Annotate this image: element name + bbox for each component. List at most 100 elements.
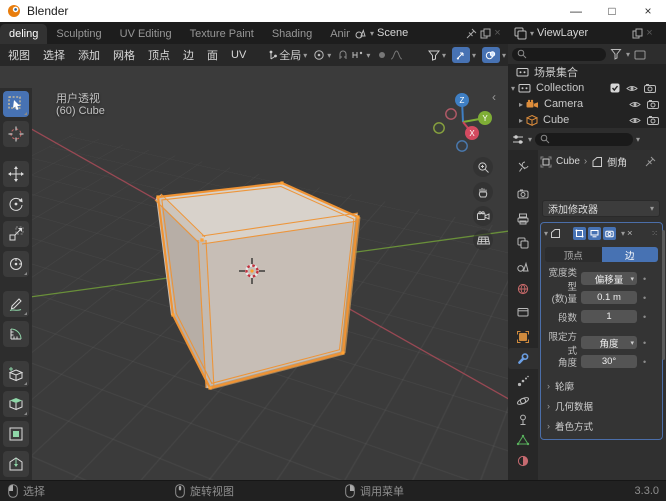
menu-uv[interactable]: UV [231, 49, 246, 61]
affect-vertices-tab[interactable]: 顶点 [545, 247, 602, 262]
breadcrumb-object[interactable]: Cube [556, 156, 580, 167]
tab-particles[interactable] [508, 370, 538, 391]
outliner-row-collection[interactable]: ▾ Collection [508, 80, 666, 96]
scene-name[interactable]: Scene [377, 27, 408, 39]
modifier-expand-icon[interactable]: ▾ [544, 229, 548, 238]
new-collection-icon[interactable] [634, 49, 646, 60]
mode-face-select[interactable]: 面 [207, 47, 218, 63]
menu-add[interactable]: 添加 [78, 47, 100, 63]
animate-dot[interactable]: • [643, 338, 646, 348]
render-display-toggle[interactable] [603, 226, 617, 240]
segments-field[interactable]: 1 [581, 310, 637, 323]
tool-move[interactable] [3, 161, 29, 187]
camera-expand-icon[interactable]: ▸ [516, 100, 526, 109]
viewlayer-selector[interactable]: ▾ ViewLayer × [514, 22, 653, 44]
disable-render-camera-icon[interactable] [644, 83, 656, 93]
realtime-display-toggle[interactable] [588, 226, 602, 240]
properties-options-icon[interactable]: ▾ [636, 135, 640, 144]
animate-dot[interactable]: • [643, 274, 646, 284]
modifier-extras-icon[interactable]: ▾ [621, 229, 625, 238]
collection-expand-icon[interactable]: ▾ [508, 84, 518, 93]
new-viewlayer-icon[interactable] [632, 28, 643, 39]
transform-orientation[interactable]: 全局 ▾ [265, 47, 307, 63]
new-scene-icon[interactable] [480, 28, 491, 39]
tab-texture-paint[interactable]: Texture Paint [181, 24, 263, 44]
tab-modeling[interactable]: deling [0, 24, 48, 44]
filter-dropdown-icon[interactable]: ▾ [626, 50, 630, 59]
tool-add-cube[interactable] [3, 361, 29, 387]
pin-icon[interactable] [466, 28, 477, 39]
tab-animation[interactable]: Animation [321, 24, 350, 44]
tool-transform[interactable] [3, 251, 29, 277]
modifier-drag-handle[interactable]: ⁙ [651, 229, 659, 238]
tab-shading[interactable]: Shading [263, 24, 321, 44]
tool-extrude-region[interactable] [3, 391, 29, 417]
animate-dot[interactable]: • [643, 293, 646, 303]
disable-render-camera-icon[interactable] [647, 99, 659, 109]
tab-object-data[interactable] [508, 429, 538, 450]
cube-expand-icon[interactable]: ▸ [516, 116, 526, 125]
collection-label[interactable]: Collection [536, 82, 584, 94]
sidebar-collapse-icon[interactable]: ‹ [492, 90, 496, 104]
modifier-delete-icon[interactable]: × [627, 228, 633, 239]
scene-selector[interactable]: ▾ Scene × [354, 22, 501, 44]
overlays-toggle[interactable]: ▾ [481, 47, 506, 63]
outliner-row-scene-collection[interactable]: 场景集合 [508, 64, 666, 80]
tool-select-box[interactable] [3, 91, 29, 117]
orientation-label[interactable]: 全局 [279, 47, 301, 63]
tab-view-layer[interactable] [508, 232, 538, 253]
scene-collection-label[interactable]: 场景集合 [534, 64, 578, 80]
checkbox-checked-icon[interactable] [610, 83, 620, 93]
tab-modifiers[interactable] [508, 348, 538, 369]
cube-label[interactable]: Cube [543, 114, 569, 126]
outliner-row-cube[interactable]: ▸ Cube [508, 112, 666, 128]
animate-dot[interactable]: • [643, 357, 646, 367]
gizmo-icon[interactable] [451, 47, 470, 63]
tool-inset-faces[interactable] [3, 421, 29, 447]
section-profile[interactable]: › 轮廓 [547, 379, 574, 393]
tool-annotate[interactable] [3, 291, 29, 317]
close-button[interactable]: × [630, 0, 666, 22]
tab-material[interactable] [508, 450, 538, 471]
properties-scrollbar[interactable] [662, 230, 665, 360]
pan-hand-button[interactable] [473, 182, 493, 202]
snap-dropdown-icon[interactable]: ▾ [366, 51, 370, 60]
amount-field[interactable]: 0.1 m [581, 291, 637, 304]
tool-rotate[interactable] [3, 191, 29, 217]
section-shading[interactable]: › 着色方式 [547, 419, 593, 433]
scene-dropdown-icon[interactable]: ▾ [370, 29, 374, 38]
menu-view[interactable]: 视图 [8, 47, 30, 63]
disable-render-camera-icon[interactable] [647, 115, 659, 125]
mode-edge-select[interactable]: 边 [183, 47, 194, 63]
properties-editor-icon[interactable] [511, 133, 525, 146]
camera-view-button[interactable] [473, 206, 493, 226]
overlays-dropdown-icon[interactable]: ▾ [502, 51, 506, 60]
tab-constraints[interactable] [508, 409, 538, 430]
tab-uv-editing[interactable]: UV Editing [111, 24, 181, 44]
tab-physics[interactable] [508, 390, 538, 411]
tool-bevel[interactable] [3, 451, 29, 477]
tool-scale[interactable] [3, 221, 29, 247]
affect-edges-tab[interactable]: 边 [601, 247, 658, 262]
pivot-dropdown-icon[interactable]: ▾ [327, 51, 331, 60]
tool-cursor[interactable] [3, 121, 29, 147]
outliner-search-input[interactable] [512, 47, 606, 61]
viewlayer-name[interactable]: ViewLayer [537, 27, 588, 39]
filter-funnel-icon[interactable] [610, 48, 622, 60]
add-modifier-button[interactable]: 添加修改器 ▾ [542, 200, 660, 217]
snapping-group[interactable]: ▾ [337, 49, 370, 61]
mode-vertex-select[interactable]: 顶点 [148, 47, 170, 63]
properties-search-input[interactable] [535, 132, 634, 146]
tab-object[interactable] [508, 326, 538, 347]
tab-sculpting[interactable]: Sculpting [47, 24, 110, 44]
tab-scene[interactable] [508, 255, 538, 276]
overlays-icon[interactable] [481, 47, 500, 63]
tool-measure[interactable] [3, 321, 29, 347]
angle-field[interactable]: 30° [581, 355, 637, 368]
hide-eye-icon[interactable] [629, 116, 641, 125]
3d-viewport[interactable]: 用户透视 (60) Cube Z Y X ‹ [0, 66, 508, 480]
outliner-row-camera[interactable]: ▸ Camera [508, 96, 666, 112]
editor-type-dropdown-icon[interactable]: ▾ [528, 135, 532, 144]
orientation-dropdown-icon[interactable]: ▾ [303, 51, 307, 60]
hide-eye-icon[interactable] [629, 100, 641, 109]
